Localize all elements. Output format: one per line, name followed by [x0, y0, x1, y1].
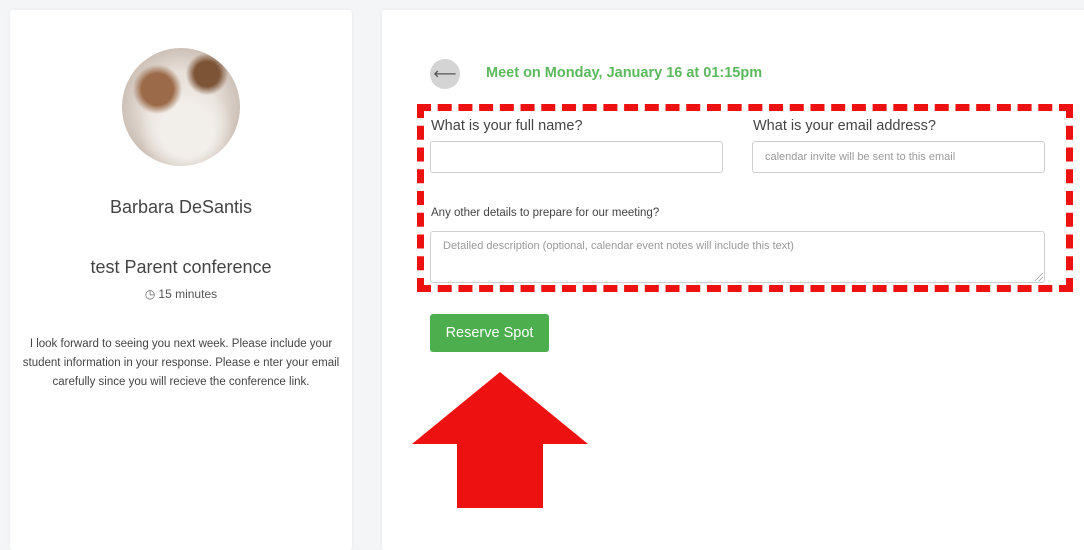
- avatar: [122, 48, 240, 166]
- host-name: Barbara DeSantis: [109, 197, 253, 217]
- event-duration: ◷ 15 minutes: [10, 287, 352, 301]
- event-description: I look forward to seeing you next week. …: [22, 338, 340, 388]
- event-name: test Parent conference: [90, 257, 272, 277]
- up-arrow-annotation: [412, 372, 588, 508]
- reserve-spot-button[interactable]: Reserve Spot: [430, 314, 549, 352]
- highlight-box-annotation: [417, 104, 1073, 292]
- host-profile-card: Barbara DeSantis test Parent conference …: [10, 10, 352, 550]
- back-button[interactable]: ⟵: [430, 59, 460, 89]
- meeting-time-heading: Meet on Monday, January 16 at 01:15pm: [486, 65, 763, 81]
- clock-icon: ◷: [144, 287, 156, 301]
- arrow-left-icon: ⟵: [433, 66, 457, 83]
- arrow-up-icon: [412, 372, 588, 508]
- duration-text: 15 minutes: [158, 287, 218, 301]
